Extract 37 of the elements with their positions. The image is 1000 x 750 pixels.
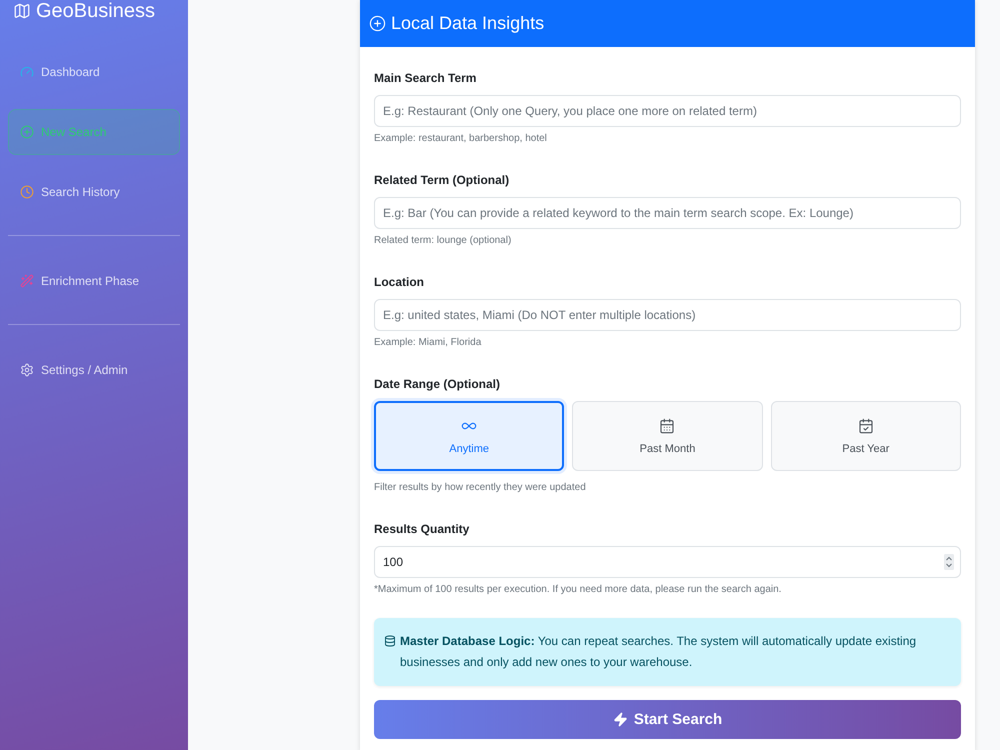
map-icon [13,2,31,20]
magic-wand-icon [20,274,34,288]
calendar-icon [659,418,676,434]
field-label: Related Term (Optional) [374,172,510,188]
speedometer-icon [20,65,34,79]
card-title: Local Data Insights [391,13,544,34]
help-text: Example: restaurant, barbershop, hotel [374,133,548,145]
text-input[interactable]: E.g: united states, Miami (Do NOT enter multiple locations) [374,299,961,331]
plus-circle-icon [20,125,34,139]
sidebar-item[interactable]: Enrichment Phase [8,258,180,304]
database-icon [384,635,396,647]
gear-icon [20,363,34,377]
date-range-option[interactable]: Anytime [374,401,564,471]
text-input[interactable]: E.g: Bar (You can provide a related keyword to the main term search scope. Ex: Lounge) [374,197,961,229]
field-label: Results Quantity [374,521,470,537]
brand-name: GeoBusiness [36,0,155,22]
field-label: Location [374,274,425,290]
date-range-option[interactable]: Past Year [770,401,961,471]
lightning-icon [612,712,628,727]
text-input[interactable]: E.g: Restaurant (Only one Query, you place one more on related term) [374,95,961,127]
help-text: Filter results by how recently they were updated [374,482,587,494]
quantity-input[interactable]: 100 [374,546,961,578]
notice-text: Master Database Logic: You can repeat searches. The system will automatically update existing businesses and only add new ones to your warehouse. [400,633,918,671]
help-text: Related term: lounge (optional) [374,235,512,247]
field-label: Date Range (Optional) [374,376,502,392]
sidebar-item[interactable]: Search History [8,169,180,215]
plus-circle-icon [369,15,386,32]
sidebar-item[interactable]: Settings / Admin [8,347,180,393]
start-search-button[interactable]: Start Search [374,700,961,739]
field-label: Main Search Term [374,70,478,86]
spinner-arrows-icon[interactable] [944,554,954,570]
help-text: Example: Miami, Florida [374,337,482,349]
sidebar-item[interactable]: Dashboard [8,49,180,95]
date-range-option[interactable]: Past Month [572,401,763,471]
calendar-check-icon [858,418,874,434]
clock-icon [20,185,34,199]
help-text: *Maximum of 100 results per execution. If you need more data, please run the search again. [374,584,782,596]
